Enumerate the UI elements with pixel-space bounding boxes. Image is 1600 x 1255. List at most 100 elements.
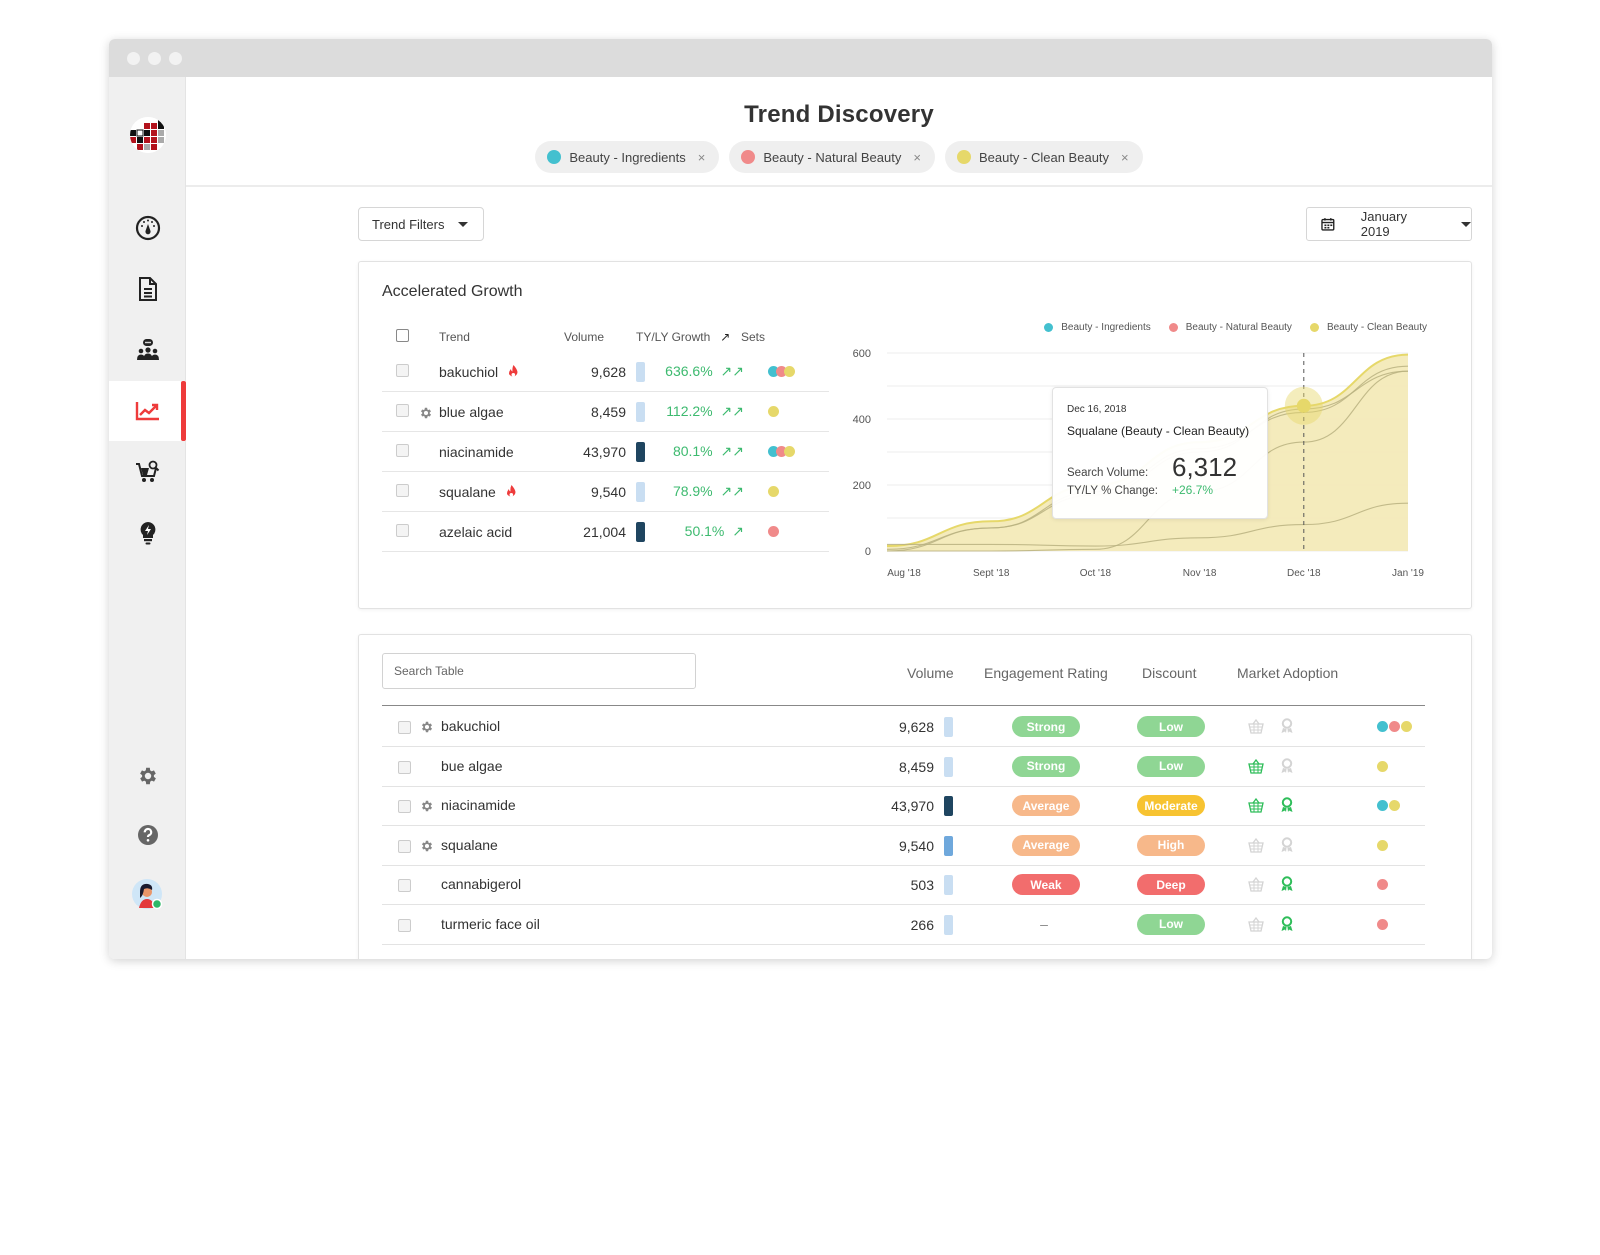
set-dots [768, 366, 795, 377]
row-checkbox[interactable] [398, 800, 411, 813]
set-dot-icon [1389, 721, 1400, 732]
set-dot-icon [784, 446, 795, 457]
basket-icon[interactable] [1248, 877, 1264, 892]
trend-name[interactable]: blue algae [439, 404, 504, 420]
row-checkbox[interactable] [396, 523, 409, 537]
window-close-dot[interactable] [127, 51, 140, 65]
award-icon[interactable] [1280, 915, 1294, 932]
col-volume[interactable]: Volume [564, 330, 636, 344]
sidebar-item-trends[interactable] [109, 381, 186, 441]
sidebar-item-help[interactable] [109, 810, 186, 860]
table-row[interactable]: bakuchiol 9,628 636.6% ↗↗ [382, 352, 829, 392]
col-trend[interactable]: Trend [439, 330, 564, 344]
table-row[interactable]: squalane 9,540 Average High [382, 826, 1425, 866]
select-all-checkbox[interactable] [396, 329, 409, 342]
brand-logo[interactable] [130, 117, 166, 153]
basket-icon[interactable] [1248, 916, 1264, 932]
trend-name[interactable]: niacinamide [441, 797, 516, 813]
set-chip-ingredients[interactable]: Beauty - Ingredients × [535, 141, 720, 173]
y-tick-label: 200 [853, 480, 871, 492]
basket-icon[interactable] [1248, 719, 1264, 734]
close-icon[interactable]: × [1121, 150, 1129, 165]
award-icon[interactable] [1280, 797, 1294, 813]
table-row[interactable]: niacinamide 43,970 80.1% ↗↗ [382, 432, 829, 472]
discount-badge: Low [1137, 716, 1205, 737]
award-icon[interactable] [1280, 757, 1294, 774]
chip-label: Beauty - Ingredients [569, 149, 686, 165]
row-checkbox[interactable] [398, 721, 411, 734]
table-row[interactable]: niacinamide 43,970 Average Moderate [382, 786, 1425, 826]
volume-bar [636, 401, 645, 422]
volume-value: 8,459 [590, 403, 626, 420]
set-dots [1377, 800, 1401, 811]
trend-name[interactable]: niacinamide [439, 444, 514, 460]
col-growth[interactable]: TY/LY Growth ↗ [636, 330, 741, 344]
table-row[interactable]: turmeric face oil 266 – Low [382, 905, 1425, 945]
row-checkbox[interactable] [396, 363, 409, 377]
basket-icon[interactable] [1248, 837, 1264, 853]
sidebar-item-community[interactable] [109, 320, 186, 380]
sidebar-item-insights[interactable] [109, 503, 186, 563]
table-row[interactable]: cannabigerol 503 Weak Deep [382, 865, 1425, 905]
sidebar-item-settings[interactable] [109, 751, 186, 801]
col-market-adoption[interactable]: Market Adoption [1237, 665, 1338, 681]
row-checkbox[interactable] [396, 443, 409, 457]
set-chip-clean-beauty[interactable]: Beauty - Clean Beauty × [944, 141, 1143, 173]
award-icon[interactable] [1280, 876, 1294, 892]
set-dots [1377, 721, 1413, 732]
volume-bar [636, 481, 645, 502]
search-table-input[interactable] [382, 653, 696, 689]
col-discount[interactable]: Discount [1142, 665, 1196, 681]
set-chip-natural-beauty[interactable]: Beauty - Natural Beauty × [729, 141, 935, 173]
col-engagement-rating[interactable]: Engagement Rating [984, 665, 1108, 681]
row-checkbox[interactable] [398, 918, 411, 932]
sidebar-item-profile[interactable] [109, 865, 186, 925]
calendar-icon [1321, 218, 1335, 231]
basket-icon[interactable] [1248, 758, 1264, 774]
sidebar-item-dashboard[interactable] [109, 198, 186, 258]
table-row[interactable]: bue algae 8,459 Strong Low [382, 747, 1425, 787]
trend-name[interactable]: bue algae [441, 758, 503, 774]
set-dot-icon [768, 406, 779, 417]
set-dots [1377, 839, 1389, 851]
volume-value: 8,459 [898, 758, 934, 775]
row-checkbox[interactable] [398, 879, 411, 892]
y-tick-label: 400 [853, 414, 871, 426]
sidebar-item-shopping[interactable] [109, 442, 186, 502]
close-icon[interactable]: × [698, 150, 706, 165]
trend-name[interactable]: squalane [439, 484, 496, 500]
tooltip-change-label: TY/LY % Change: [1067, 485, 1158, 497]
window-maximize-dot[interactable] [169, 51, 182, 65]
sidebar-item-reports[interactable] [109, 259, 186, 319]
row-checkbox[interactable] [398, 839, 411, 853]
volume-value: 266 [910, 916, 934, 933]
table-row[interactable]: blue algae 8,459 112.2% ↗↗ [382, 392, 829, 432]
discount-badge: Deep [1137, 874, 1205, 895]
table-row[interactable]: azelaic acid 21,004 50.1% ↗ [382, 512, 829, 552]
basket-icon[interactable] [1248, 798, 1264, 813]
trend-name[interactable]: bakuchiol [439, 364, 498, 380]
row-checkbox[interactable] [398, 760, 411, 774]
growth-arrow-icon: ↗↗ [720, 483, 744, 499]
col-volume[interactable]: Volume [907, 665, 954, 681]
row-checkbox[interactable] [396, 403, 409, 417]
trend-name[interactable]: azelaic acid [439, 524, 512, 540]
trend-filters-dropdown[interactable]: Trend Filters [358, 207, 484, 241]
accelerated-growth-table: Trend Volume TY/LY Growth ↗ Sets bakuchio… [382, 322, 829, 552]
award-icon[interactable] [1280, 718, 1294, 734]
table-row[interactable]: squalane 9,540 78.9% ↗↗ [382, 472, 829, 512]
trend-name[interactable]: bakuchiol [441, 718, 500, 734]
growth-value: 78.9% [672, 483, 713, 499]
close-icon[interactable]: × [913, 150, 921, 165]
date-picker-dropdown[interactable]: January 2019 [1306, 207, 1472, 241]
award-icon[interactable] [1280, 836, 1294, 853]
trend-name[interactable]: cannabigerol [441, 876, 521, 892]
trend-name[interactable]: squalane [441, 837, 498, 853]
set-chips: Beauty - Ingredients × Beauty - Natural … [186, 141, 1492, 173]
table-row[interactable]: bakuchiol 9,628 Strong Low [382, 707, 1425, 747]
window-minimize-dot[interactable] [148, 51, 161, 65]
row-checkbox[interactable] [396, 483, 409, 497]
caret-down-icon [1461, 221, 1471, 227]
trend-chart-icon [135, 402, 159, 421]
trend-name[interactable]: turmeric face oil [441, 916, 540, 932]
